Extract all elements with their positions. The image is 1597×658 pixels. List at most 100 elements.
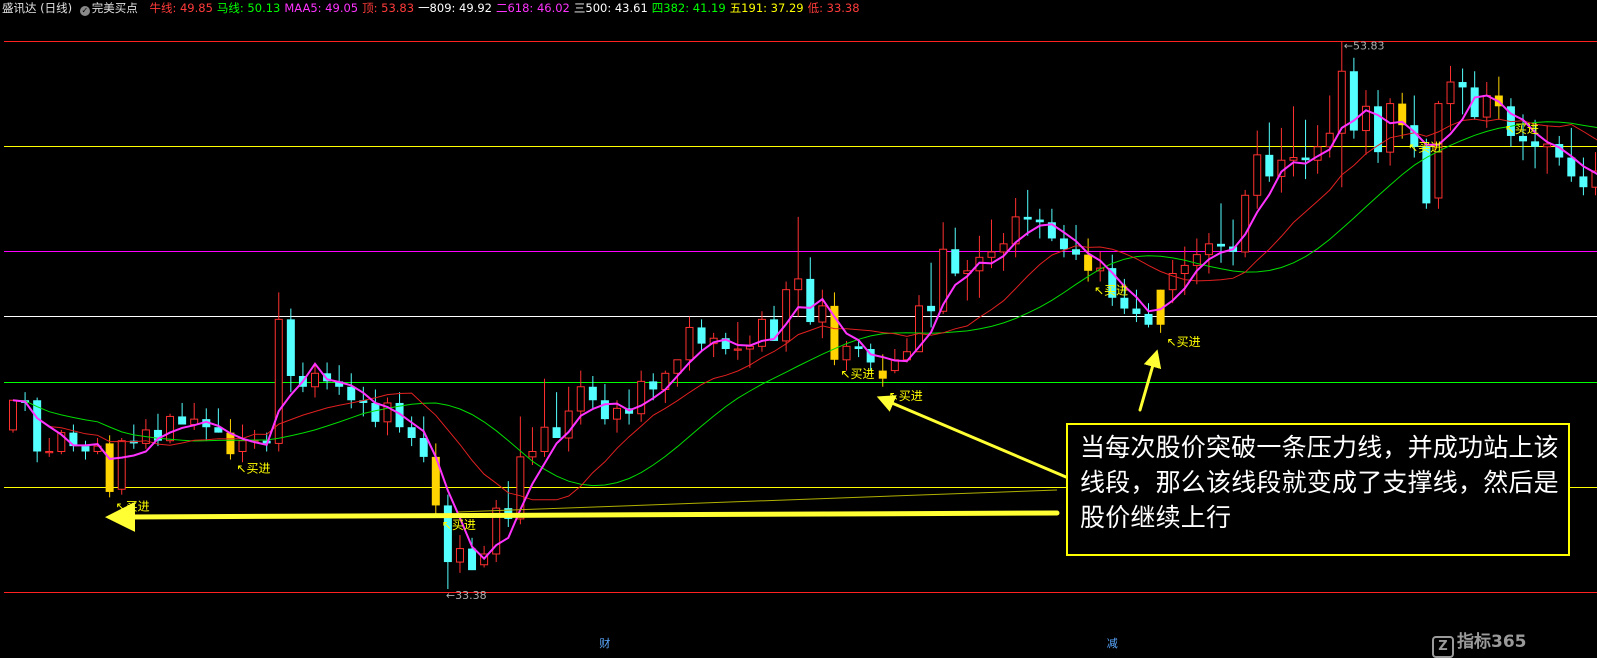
candle-body <box>529 451 536 456</box>
candle-body <box>649 381 657 389</box>
candle-body <box>1265 155 1273 177</box>
candle-body <box>698 327 706 343</box>
legend-items: 牛线: 49.85马线: 50.13MAA5: 49.05顶: 53.83一80… <box>149 1 863 15</box>
candle-body <box>408 427 416 438</box>
z-logo-icon: Z <box>1432 636 1454 658</box>
candle-body <box>577 387 584 411</box>
callout-arrow <box>120 513 1057 517</box>
candle-body <box>1519 136 1527 141</box>
candle-body <box>927 306 935 311</box>
indicator-label: 完美买点 <box>92 1 138 15</box>
candle-body <box>1072 249 1080 254</box>
candle-body <box>1447 82 1454 104</box>
buy-signal-label: ↖买进 <box>116 499 150 513</box>
low-label: ←33.38 <box>446 589 487 602</box>
buy-signal-label: ↖买进 <box>889 389 923 403</box>
candle-body <box>541 427 548 451</box>
candle-body <box>1120 298 1128 309</box>
candle-body <box>1567 158 1575 177</box>
buy-signal-label: ↖买进 <box>442 518 476 532</box>
candle-body <box>1024 217 1032 220</box>
candle-body <box>1338 71 1345 133</box>
indicator-name[interactable]: ✓完美买点 <box>80 1 142 15</box>
candle-body <box>81 446 89 451</box>
candle-body <box>1036 220 1044 223</box>
candle-body <box>1531 141 1539 146</box>
legend-item: 三500: 43.61 <box>574 1 648 15</box>
buy-signal-label: ↖买进 <box>1167 335 1201 349</box>
candle-body <box>1387 104 1394 153</box>
candle-body <box>601 400 609 419</box>
candle-body <box>614 408 621 419</box>
candle-body <box>1290 158 1297 161</box>
candle-body <box>456 549 463 562</box>
candle-body <box>1242 195 1249 252</box>
candle-body <box>795 279 802 290</box>
candle-body <box>589 387 597 400</box>
legend-item: 二618: 46.02 <box>496 1 570 15</box>
candle-body <box>951 249 959 273</box>
candle-body <box>468 549 476 571</box>
buy-signal-label: ↖买进 <box>236 462 270 476</box>
candle-body <box>118 441 125 490</box>
candle-body <box>783 290 790 341</box>
candle-body <box>239 441 246 452</box>
bottom-markers: 财减 <box>599 636 1117 650</box>
candle-body <box>1132 309 1140 314</box>
legend-item: 四382: 41.19 <box>652 1 726 15</box>
candle-body <box>843 346 850 359</box>
trend-line <box>458 490 1057 512</box>
candle-body <box>1205 244 1212 255</box>
candle-body <box>1181 265 1188 273</box>
check-circle-icon: ✓ <box>80 6 90 16</box>
legend-item: 马线: 50.13 <box>217 1 280 15</box>
candle-body <box>1544 144 1551 147</box>
candle-body <box>1000 244 1007 252</box>
high-label: ←53.83 <box>1344 40 1385 53</box>
candle-body <box>1422 147 1430 204</box>
stock-title: 盛讯达 (日线) <box>2 1 72 15</box>
candle-body <box>287 319 295 376</box>
candle-body <box>1217 244 1225 247</box>
candle-body <box>167 416 174 440</box>
candle-body <box>1302 158 1310 161</box>
candle-body <box>686 327 693 359</box>
candle-body <box>855 346 863 349</box>
candle-body <box>1060 238 1068 249</box>
candle-body <box>312 373 319 386</box>
candle-body <box>988 252 995 257</box>
buy-signal-label: ↖买进 <box>1094 284 1128 298</box>
candle-body <box>371 403 379 422</box>
candle-body <box>734 349 741 350</box>
legend-item: 顶: 53.83 <box>362 1 414 15</box>
annotation-callout: 当每次股价突破一条压力线，并成功站上该线段，那么该线段就变成了支撑线，然后是股价… <box>1066 423 1570 556</box>
callout-arrow <box>1140 358 1155 410</box>
legend-item: 五191: 37.29 <box>730 1 804 15</box>
candle-body <box>1483 96 1490 118</box>
candle-body <box>1145 314 1153 325</box>
candle-body <box>819 306 826 322</box>
candle-body <box>420 438 428 457</box>
legend-item: 牛线: 49.85 <box>149 1 212 15</box>
candle-body <box>553 427 561 438</box>
legend-item: 一809: 49.92 <box>418 1 492 15</box>
candle-body <box>347 387 355 400</box>
bottom-marker: 财 <box>599 636 610 650</box>
buy-signal-label: ↖买进 <box>1505 122 1539 136</box>
callout-text: 当每次股价突破一条压力线，并成功站上该线段，那么该线段就变成了支撑线，然后是股价… <box>1080 433 1559 532</box>
candle-body <box>1459 82 1467 87</box>
candle-body <box>879 371 887 379</box>
candle-body <box>1254 155 1261 195</box>
buy-signal-label: ↖买进 <box>1408 141 1442 155</box>
candle-body <box>275 319 282 443</box>
callout-arrow <box>885 400 1066 477</box>
chart-legend: 盛讯达 (日线) ✓完美买点 牛线: 49.85马线: 50.13MAA5: 4… <box>2 0 868 16</box>
candle-body <box>46 451 53 452</box>
candle-body <box>106 443 114 492</box>
bottom-marker: 减 <box>1107 637 1118 650</box>
candle-body <box>1579 176 1587 187</box>
candle-body <box>638 381 645 413</box>
candle-body <box>10 400 17 430</box>
candle-body <box>1084 255 1092 271</box>
candle-body <box>1278 160 1285 176</box>
